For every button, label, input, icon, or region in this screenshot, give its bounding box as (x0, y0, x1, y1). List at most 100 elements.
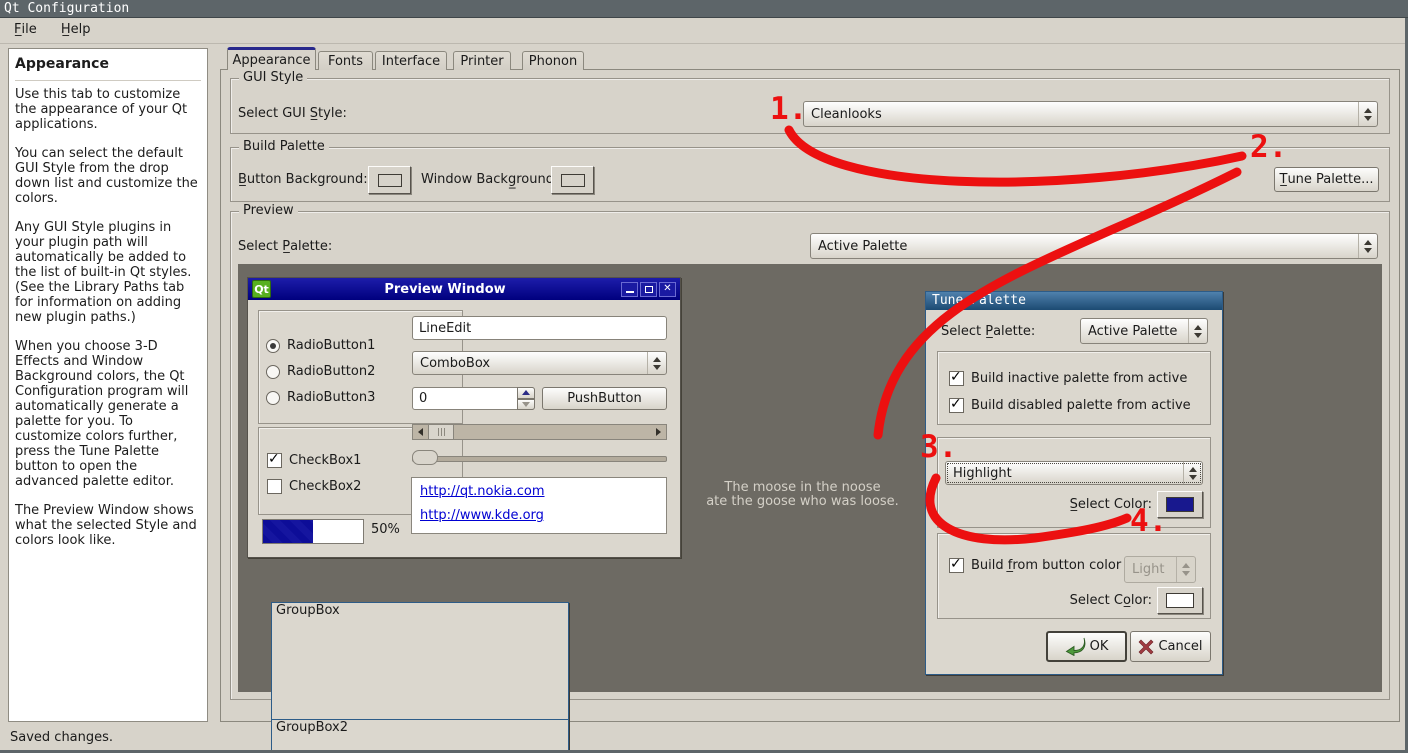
links-box: http://qt.nokia.com http://www.kde.org (411, 477, 667, 534)
combobox-value: ComboBox (413, 356, 647, 371)
scroll-right-button[interactable] (651, 425, 666, 439)
radio-button1[interactable]: RadioButton1 (266, 338, 375, 353)
status-bar: Saved changes. (10, 729, 113, 747)
workspace-caption: The moose in the noose ate the goose who… (680, 481, 925, 509)
help-paragraph: You can select the default GUI Style fro… (15, 146, 201, 206)
checkbox2[interactable]: CheckBox2 (267, 479, 361, 494)
link-qt-nokia[interactable]: http://qt.nokia.com (420, 484, 545, 499)
radio-button2[interactable]: RadioButton2 (266, 364, 375, 379)
tune-palette-titlebar[interactable]: Tune Palette (926, 292, 1222, 310)
tab-appearance[interactable]: Appearance (227, 47, 316, 70)
tab-interface[interactable]: Interface (375, 51, 447, 70)
help-paragraph: When you choose 3-D Effects and Window B… (15, 339, 201, 489)
dialog-palette-value: Active Palette (1081, 324, 1188, 339)
menu-bar: F̲ile H̲elp (0, 18, 1408, 44)
ok-button-label: OK (1090, 639, 1109, 654)
scrollbar-thumb[interactable] (428, 425, 454, 439)
preview-window-title: Preview Window (271, 282, 619, 297)
cancel-button[interactable]: Cancel (1130, 631, 1211, 662)
button-background-swatch (378, 174, 402, 187)
ok-button[interactable]: OK (1046, 631, 1127, 662)
checkbox-icon (949, 558, 964, 573)
button-background-color-button[interactable] (368, 166, 411, 194)
checkbox-build-disabled[interactable]: Build disabled palette from active (949, 398, 1191, 413)
checkbox-build-from-button[interactable]: Build f̲rom button color (949, 558, 1121, 573)
preview-groupbox2-label: GroupBox2 (271, 719, 569, 753)
radio-icon (266, 365, 280, 379)
build-palette-group-label: Build Palette (239, 139, 329, 155)
lineedit-field[interactable]: LineEdit (412, 316, 667, 340)
scroll-left-button[interactable] (413, 425, 428, 439)
radio-icon (266, 391, 280, 405)
gui-style-group-label: GUI Style (239, 70, 307, 86)
tab-printer[interactable]: Printer (453, 51, 511, 70)
tab-label: Interface (382, 54, 440, 69)
help-paragraph: The Preview Window shows what the select… (15, 503, 201, 548)
radio-label: RadioButton1 (287, 338, 375, 353)
progress-label: 50% (371, 522, 400, 537)
tab-fonts[interactable]: Fonts (318, 51, 373, 70)
scrollbar-track[interactable] (454, 425, 651, 439)
palette-select[interactable]: Active Palette (810, 233, 1378, 259)
cancel-button-label: Cancel (1158, 639, 1202, 654)
maximize-button[interactable] (640, 282, 657, 297)
pushbutton[interactable]: PushButton (542, 387, 667, 410)
central-color-swatch (1166, 497, 1194, 512)
tab-phonon[interactable]: Phonon (522, 51, 584, 70)
checkbox-icon (267, 479, 282, 494)
horizontal-scrollbar[interactable] (412, 424, 667, 440)
help-panel: Appearance Use this tab to customize the… (8, 48, 208, 722)
checkbox1[interactable]: CheckBox1 (267, 453, 361, 468)
close-icon: ✕ (663, 284, 671, 294)
color-role-select[interactable]: Highlight (945, 461, 1203, 485)
tune-palette-button[interactable]: T̲une Palette... (1274, 167, 1379, 192)
spin-down-icon (522, 402, 530, 407)
spinner-arrows-icon (1188, 319, 1207, 343)
radio-button3[interactable]: RadioButton3 (266, 390, 375, 405)
menu-help[interactable]: H̲elp (51, 19, 101, 40)
checkbox-label: CheckBox2 (289, 479, 361, 494)
workspace-caption-line2: ate the goose who was loose. (680, 495, 925, 509)
checkbox-label: Build f̲rom button color (971, 558, 1121, 573)
spin-up-icon (522, 390, 530, 395)
preview-window-titlebar[interactable]: Qt Preview Window ✕ (248, 278, 680, 300)
combobox-select[interactable]: ComboBox (412, 351, 667, 375)
minimize-button[interactable] (621, 282, 638, 297)
lineedit-value: LineEdit (419, 321, 471, 336)
tune-palette-button-label: T̲une Palette... (1280, 172, 1374, 187)
gui-style-select[interactable]: Cleanlooks (803, 101, 1378, 127)
window-background-label: Window Backg̲round: (421, 166, 558, 194)
dialog-palette-select[interactable]: Active Palette (1080, 318, 1208, 344)
spinbox-up-button[interactable] (517, 387, 535, 399)
arrow-right-icon (656, 428, 661, 436)
select-palette-label: Select P̲alette: (238, 234, 332, 259)
slider[interactable] (412, 450, 667, 466)
menu-file[interactable]: F̲ile (4, 19, 47, 40)
radio-icon (266, 339, 280, 353)
color-role-value: Highlight (946, 466, 1183, 481)
window-background-color-button[interactable] (551, 166, 594, 194)
help-paragraph: Use this tab to customize the appearance… (15, 87, 201, 132)
checkbox-icon (267, 453, 282, 468)
link-kde[interactable]: http://www.kde.org (420, 508, 544, 523)
shadow-select-color-button[interactable] (1157, 587, 1203, 614)
checkbox-build-inactive[interactable]: Build inactive palette from active (949, 371, 1187, 386)
tab-label: Printer (460, 54, 503, 69)
shadow-effect-select: Light (1124, 556, 1196, 583)
arrow-left-icon (418, 428, 423, 436)
spinbox-down-button[interactable] (517, 399, 535, 411)
preview-group-label: Preview (239, 203, 298, 219)
window-titlebar[interactable]: Qt Configuration (0, 0, 1408, 18)
shadow-color-swatch (1166, 593, 1194, 608)
ok-arrow-icon (1065, 637, 1087, 656)
slider-handle[interactable] (412, 450, 438, 465)
maximize-icon (645, 286, 653, 293)
central-select-color-button[interactable] (1157, 491, 1203, 518)
auto-group: Auto (937, 351, 1211, 425)
shadow-select-color-label: Select Co̲lor: (1020, 587, 1152, 614)
select-gui-style-label: Select GUI S̲tyle: (238, 101, 347, 126)
close-button[interactable]: ✕ (659, 282, 676, 297)
central-select-color-label: S̲elect Color: (1020, 491, 1152, 518)
spinner-arrows-icon (1358, 102, 1377, 126)
palette-value: Active Palette (811, 239, 1358, 254)
